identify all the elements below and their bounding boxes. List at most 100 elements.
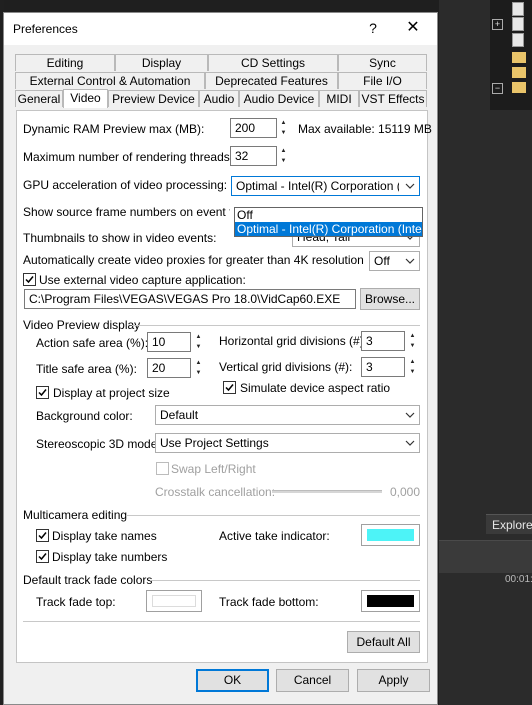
source-frame-numbers-label: Show source frame numbers on event thumb… [23,205,230,219]
tab-general[interactable]: General [15,90,63,107]
rendering-threads-spinner[interactable]: 32 ▲ ▼ [230,146,290,166]
stereo-3d-label: Stereoscopic 3D mode: [36,437,161,451]
swap-left-right-label: Swap Left/Right [171,462,256,476]
check-icon [25,276,34,284]
spin-down-icon[interactable]: ▼ [278,128,289,138]
tab-editing[interactable]: Editing [15,54,115,71]
track-fade-bottom-label: Track fade bottom: [219,595,319,609]
spin-down-icon[interactable]: ▼ [193,368,204,378]
timeline-header [439,540,532,573]
track-fade-bottom-color-button[interactable] [361,590,420,612]
action-safe-spinner[interactable]: 10 ▲ ▼ [147,332,205,352]
stereo-3d-select[interactable]: Use Project Settings [155,433,420,453]
background-color-label: Background color: [36,409,133,423]
default-all-button[interactable]: Default All [347,631,420,653]
spin-down-icon[interactable]: ▼ [407,341,418,351]
action-safe-input[interactable]: 10 [147,332,191,352]
tab-file-io[interactable]: File I/O [338,72,427,89]
chevron-down-icon [405,440,415,446]
title-safe-spinner[interactable]: 20 ▲ ▼ [147,358,205,378]
display-project-size-checkbox[interactable] [36,386,49,399]
tab-display[interactable]: Display [115,54,208,71]
expand-icon[interactable]: + [492,19,503,30]
spin-up-icon[interactable]: ▲ [193,332,204,342]
check-icon [38,532,47,540]
swap-left-right-checkbox[interactable] [156,462,169,475]
multicamera-section-label: Multicamera editing [23,508,128,522]
background-color-select[interactable]: Default [155,405,420,425]
tab-midi[interactable]: MIDI [319,90,359,107]
fade-colors-section-label: Default track fade colors [23,573,153,587]
spin-up-icon[interactable]: ▲ [407,357,418,367]
display-take-numbers-label: Display take numbers [52,550,168,564]
explorer-tab[interactable]: Explorer [486,514,532,534]
file-icon [512,33,524,47]
browse-button[interactable]: Browse... [360,288,420,310]
ram-preview-spinner[interactable]: 200 ▲ ▼ [230,118,290,138]
video-proxies-label: Automatically create video proxies for g… [23,253,364,267]
file-icon [512,17,524,31]
spin-up-icon[interactable]: ▲ [407,331,418,341]
track-fade-top-color-button[interactable] [146,590,202,612]
spin-down-icon[interactable]: ▼ [193,342,204,352]
tab-audio-device[interactable]: Audio Device [239,90,319,107]
horizontal-grid-spinner[interactable]: 3 ▲ ▼ [361,331,418,351]
explorer-tree[interactable]: + − [490,0,532,110]
gpu-option-optimal[interactable]: Optimal - Intel(R) Corporation (Intel(R)… [235,222,422,236]
crosstalk-label: Crosstalk cancellation: [155,485,276,499]
spin-down-icon[interactable]: ▼ [407,367,418,377]
display-take-names-checkbox[interactable] [36,529,49,542]
crosstalk-slider[interactable] [272,490,382,493]
ok-button[interactable]: OK [196,669,269,692]
active-take-label: Active take indicator: [219,529,330,543]
tab-sync[interactable]: Sync [338,54,427,71]
background-color-value: Default [160,408,199,422]
track-fade-top-swatch [152,595,196,607]
external-capture-checkbox[interactable] [23,273,36,286]
chevron-down-icon [405,183,415,189]
help-button[interactable]: ? [362,17,384,39]
simulate-aspect-label: Simulate device aspect ratio [240,381,391,395]
display-take-numbers-checkbox[interactable] [36,550,49,563]
simulate-aspect-checkbox[interactable] [223,381,236,394]
folder-icon [512,82,526,93]
tab-video[interactable]: Video [63,89,108,108]
active-take-color-button[interactable] [361,524,420,546]
tab-deprecated-features[interactable]: Deprecated Features [205,72,338,89]
check-icon [38,553,47,561]
close-button[interactable]: ✕ [400,17,426,39]
spin-up-icon[interactable]: ▲ [278,146,289,156]
vertical-grid-spinner[interactable]: 3 ▲ ▼ [361,357,418,377]
gpu-options-dropdown[interactable]: Off Optimal - Intel(R) Corporation (Inte… [234,207,423,237]
section-divider [132,325,420,326]
section-divider [23,621,420,622]
tab-audio[interactable]: Audio [199,90,239,107]
gpu-acceleration-select[interactable]: Optimal - Intel(R) Corporation (Intel(R)… [231,176,420,196]
check-icon [225,384,234,392]
tab-preview-device[interactable]: Preview Device [108,90,199,107]
tab-external-control[interactable]: External Control & Automation [15,72,205,89]
apply-button[interactable]: Apply [357,669,430,692]
preferences-dialog: Preferences ? ✕ Editing Display CD Setti… [3,12,438,705]
title-safe-input[interactable]: 20 [147,358,191,378]
cancel-button[interactable]: Cancel [276,669,349,692]
gpu-option-off[interactable]: Off [235,208,422,222]
spin-up-icon[interactable]: ▲ [193,358,204,368]
dialog-title: Preferences [13,22,78,36]
vertical-grid-label: Vertical grid divisions (#): [219,360,353,374]
display-project-size-label: Display at project size [53,386,170,400]
vertical-grid-input[interactable]: 3 [361,357,405,377]
collapse-icon[interactable]: − [492,83,503,94]
external-capture-path-field[interactable]: C:\Program Files\VEGAS\VEGAS Pro 18.0\Vi… [24,289,356,309]
tab-cd-settings[interactable]: CD Settings [208,54,338,71]
spin-up-icon[interactable]: ▲ [278,118,289,128]
rendering-threads-input[interactable]: 32 [230,146,277,166]
video-proxies-select[interactable]: Off [369,251,420,271]
horizontal-grid-input[interactable]: 3 [361,331,405,351]
max-available-text: Max available: 15119 MB [298,122,432,136]
title-bar[interactable]: Preferences ? ✕ [4,13,437,45]
ram-preview-input[interactable]: 200 [230,118,277,138]
display-take-names-label: Display take names [52,529,157,543]
spin-down-icon[interactable]: ▼ [278,156,289,166]
tab-vst-effects[interactable]: VST Effects [359,90,427,107]
